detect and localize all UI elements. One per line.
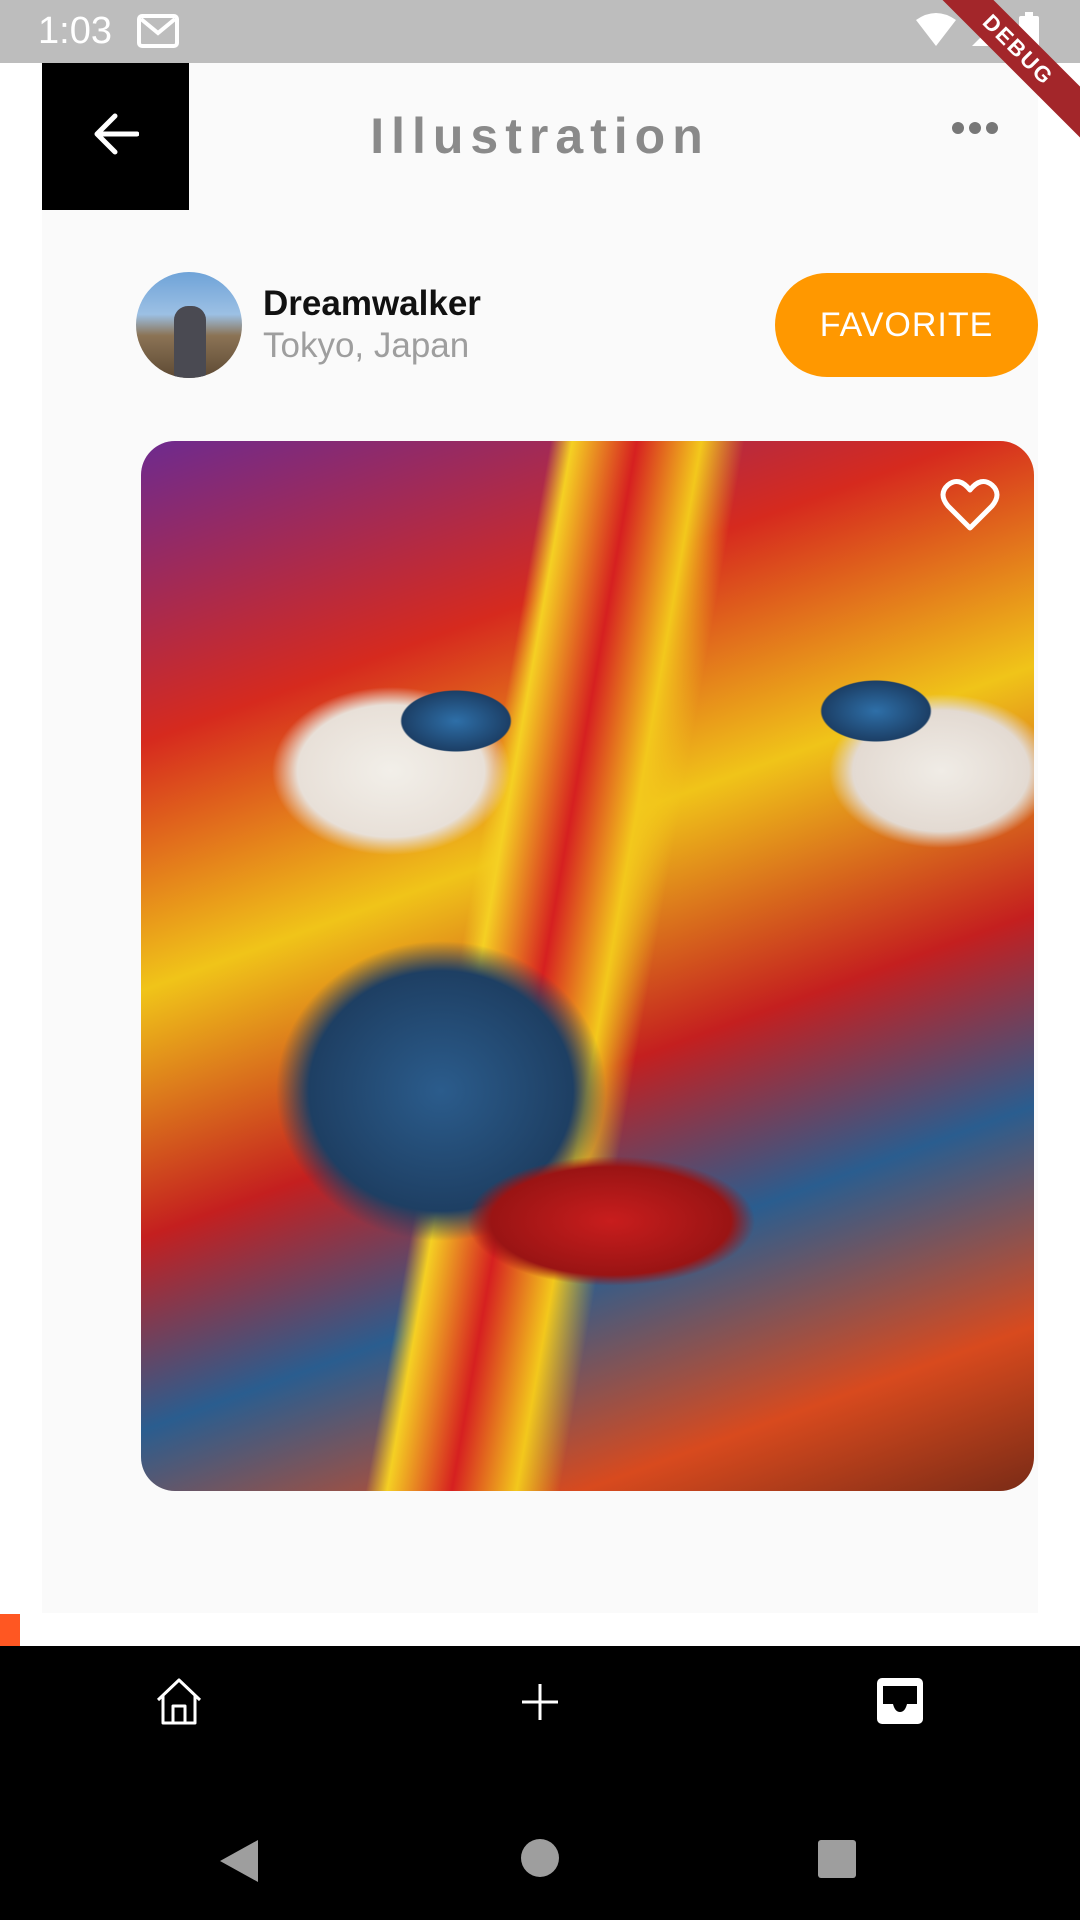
orange-edge-marker [0, 1614, 20, 1646]
artwork-image[interactable] [141, 441, 1034, 1491]
inbox-icon[interactable] [875, 1676, 925, 1731]
recents-square-icon[interactable] [816, 1838, 858, 1885]
status-bar: 1:03 [0, 0, 1080, 63]
status-time: 1:03 [38, 10, 112, 52]
add-icon[interactable] [520, 1682, 560, 1727]
more-horizontal-icon [950, 122, 1000, 140]
back-triangle-icon[interactable] [218, 1838, 260, 1889]
arrow-left-icon [93, 113, 139, 160]
like-button[interactable] [940, 478, 1000, 537]
heart-outline-icon [940, 478, 1000, 536]
avatar-person [174, 306, 206, 378]
home-icon[interactable] [154, 1676, 204, 1731]
more-options-button[interactable] [950, 120, 1000, 141]
author-location: Tokyo, Japan [263, 326, 470, 365]
wifi-icon [916, 12, 956, 55]
back-button[interactable] [42, 63, 189, 210]
gmail-icon [137, 14, 179, 53]
home-circle-icon[interactable] [520, 1838, 560, 1883]
avatar[interactable] [136, 272, 242, 378]
bottom-navigation [0, 1646, 1080, 1920]
favorite-button[interactable]: FAVORITE [775, 273, 1038, 377]
author-name[interactable]: Dreamwalker [263, 284, 481, 324]
page-title: Illustration [370, 108, 710, 164]
